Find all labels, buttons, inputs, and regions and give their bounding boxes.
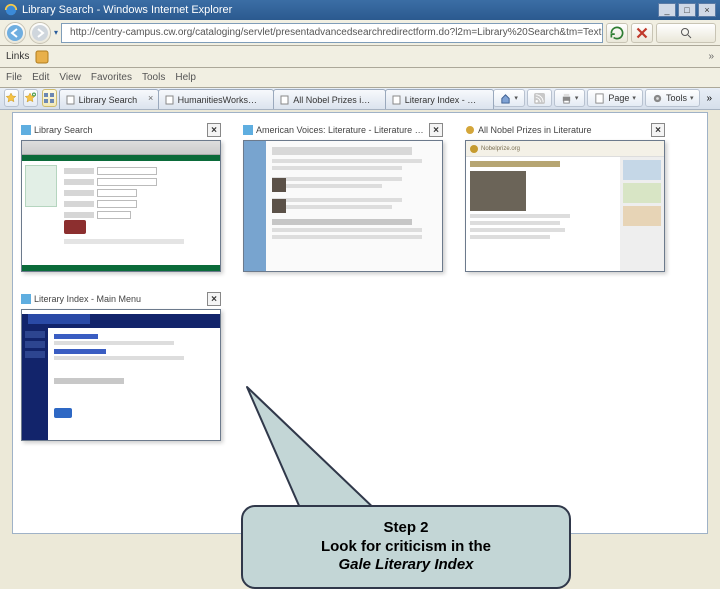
grid-icon bbox=[43, 92, 55, 104]
forward-button[interactable] bbox=[29, 22, 51, 44]
thumbnail-close-button[interactable]: × bbox=[207, 292, 221, 306]
address-url: http://centry-campus.cw.org/cataloging/s… bbox=[70, 27, 603, 38]
menu-edit[interactable]: Edit bbox=[32, 72, 49, 83]
nav-history-chevron-icon[interactable]: ▾ bbox=[54, 28, 58, 37]
menu-file[interactable]: File bbox=[6, 72, 22, 83]
page-icon bbox=[392, 95, 402, 105]
callout-line1: Step 2 bbox=[261, 519, 551, 538]
links-bar: Links » bbox=[0, 46, 720, 68]
tab-nobel[interactable]: All Nobel Prizes in Literature bbox=[273, 89, 385, 109]
print-button[interactable]: ▾ bbox=[554, 89, 586, 107]
favicon-icon bbox=[21, 294, 31, 304]
refresh-button[interactable] bbox=[606, 23, 628, 43]
thumbnail-close-button[interactable]: × bbox=[651, 123, 665, 137]
window-maximize-button[interactable]: □ bbox=[678, 3, 696, 17]
thumbnail-nobel: All Nobel Prizes in Literature × Nobelpr… bbox=[465, 121, 665, 272]
thumbnail-preview[interactable] bbox=[21, 309, 221, 441]
menu-view[interactable]: View bbox=[59, 72, 81, 83]
tools-menu-label: Tools bbox=[666, 93, 687, 103]
page-icon bbox=[66, 95, 76, 105]
callout-box: Step 2 Look for criticism in the Gale Li… bbox=[241, 505, 571, 589]
star-icon bbox=[5, 92, 17, 104]
tools-menu-button[interactable]: Tools▾ bbox=[645, 89, 701, 107]
print-icon bbox=[561, 93, 572, 104]
page-icon bbox=[165, 95, 175, 105]
ie-icon bbox=[4, 3, 18, 17]
gear-icon bbox=[652, 93, 663, 104]
menu-tools[interactable]: Tools bbox=[142, 72, 165, 83]
quick-tabs-view: Library Search × bbox=[12, 112, 708, 534]
thumbnail-title: Literary Index - Main Menu bbox=[34, 294, 207, 304]
tab-library-search[interactable]: Library Search × bbox=[59, 89, 159, 109]
tab-humanities[interactable]: HumanitiesWorkstation - LC... bbox=[158, 89, 275, 109]
callout-line2: Look for criticism in the bbox=[261, 538, 551, 557]
thumbnail-title: American Voices: Literature - Literature… bbox=[256, 125, 429, 135]
window-titlebar: Library Search - Windows Internet Explor… bbox=[0, 0, 720, 20]
favicon-icon bbox=[243, 125, 253, 135]
address-bar[interactable]: http://centry-campus.cw.org/cataloging/s… bbox=[61, 23, 603, 43]
menu-help[interactable]: Help bbox=[175, 72, 196, 83]
page-icon bbox=[594, 93, 605, 104]
back-button[interactable] bbox=[4, 22, 26, 44]
stop-button[interactable] bbox=[631, 23, 653, 43]
search-icon bbox=[680, 27, 692, 39]
favicon-icon bbox=[465, 125, 475, 135]
home-button[interactable]: ▾ bbox=[493, 89, 525, 107]
window-minimize-button[interactable]: _ bbox=[658, 3, 676, 17]
nobel-logo-text: Nobelprize.org bbox=[481, 146, 529, 152]
links-chevron-icon[interactable]: » bbox=[708, 51, 714, 62]
thumbnail-literary-index: Literary Index - Main Menu × bbox=[21, 290, 221, 441]
callout: Step 2 Look for criticism in the Gale Li… bbox=[241, 383, 581, 589]
page-menu-button[interactable]: Page▾ bbox=[587, 89, 643, 107]
tab-label: Literary Index - Main Men... bbox=[405, 95, 480, 105]
favorites-center-button[interactable] bbox=[4, 89, 19, 107]
tab-close-button[interactable]: × bbox=[146, 93, 156, 103]
page-menu-label: Page bbox=[608, 93, 629, 103]
callout-line3: Gale Literary Index bbox=[261, 556, 551, 575]
home-icon bbox=[500, 93, 511, 104]
thumbnail-library-search: Library Search × bbox=[21, 121, 221, 272]
tab-strip: Library Search × HumanitiesWorkstation -… bbox=[0, 88, 720, 110]
feeds-button[interactable] bbox=[527, 89, 552, 107]
tab-label: All Nobel Prizes in Literature bbox=[293, 95, 370, 105]
command-bar-overflow-icon[interactable]: » bbox=[702, 93, 716, 104]
thumbnail-american-voices: American Voices: Literature - Literature… bbox=[243, 121, 443, 272]
page-icon bbox=[280, 95, 290, 105]
thumbnail-title: Library Search bbox=[34, 125, 207, 135]
nav-toolbar: ▾ http://centry-campus.cw.org/cataloging… bbox=[0, 20, 720, 46]
thumbnail-close-button[interactable]: × bbox=[429, 123, 443, 137]
thumbnail-preview[interactable] bbox=[21, 140, 221, 272]
star-plus-icon bbox=[24, 92, 36, 104]
window-close-button[interactable]: × bbox=[698, 3, 716, 17]
favicon-icon bbox=[21, 125, 31, 135]
tab-label: Library Search bbox=[79, 95, 138, 105]
thumbnail-title: All Nobel Prizes in Literature bbox=[478, 125, 651, 135]
search-button[interactable] bbox=[656, 23, 716, 43]
add-favorite-button[interactable] bbox=[23, 89, 38, 107]
rss-icon bbox=[534, 93, 545, 104]
links-customize-icon[interactable] bbox=[35, 50, 49, 64]
menu-bar: File Edit View Favorites Tools Help bbox=[0, 68, 720, 88]
links-label: Links bbox=[6, 51, 29, 62]
menu-favorites[interactable]: Favorites bbox=[91, 72, 132, 83]
quick-tabs-button[interactable] bbox=[42, 89, 57, 107]
tab-literary-index[interactable]: Literary Index - Main Men... bbox=[385, 89, 495, 109]
thumbnail-close-button[interactable]: × bbox=[207, 123, 221, 137]
thumbnail-preview[interactable] bbox=[243, 140, 443, 272]
command-bar: ▾ ▾ Page▾ Tools▾ » bbox=[493, 89, 718, 109]
window-title: Library Search - Windows Internet Explor… bbox=[22, 4, 232, 16]
tab-label: HumanitiesWorkstation - LC... bbox=[178, 95, 260, 105]
thumbnail-preview[interactable]: Nobelprize.org bbox=[465, 140, 665, 272]
